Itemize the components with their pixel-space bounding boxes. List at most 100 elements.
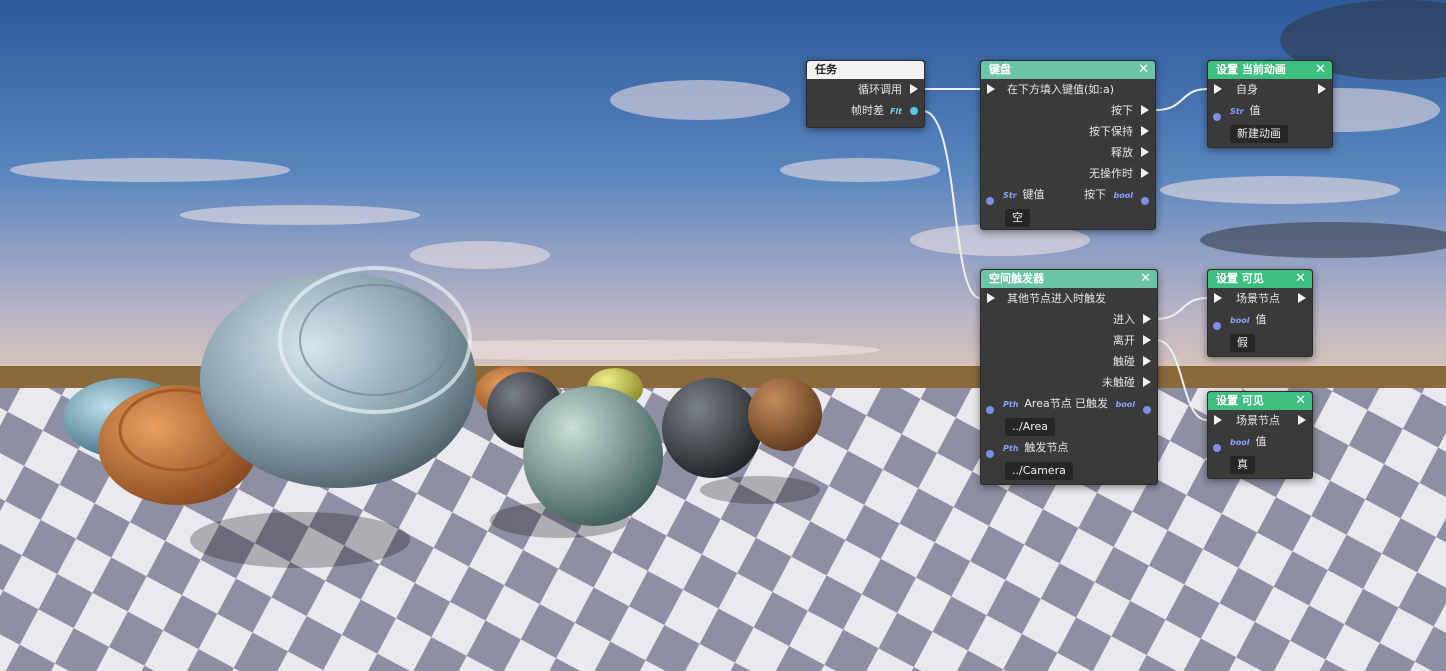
trigger-area-row: Pth Area节点 已触发 bool bbox=[981, 393, 1157, 414]
keyboard-output-row: 释放 bbox=[981, 142, 1155, 163]
set-visible-value-row: bool 值 bbox=[1208, 309, 1312, 330]
exec-input-port-icon[interactable] bbox=[987, 84, 995, 94]
trigger-output-row: 未触碰 bbox=[981, 372, 1157, 393]
set-visible-node-title: 设置 可见 bbox=[1216, 394, 1264, 407]
set-visible-scene-label: 场景节点 bbox=[1236, 292, 1280, 305]
set-animation-node[interactable]: 设置 当前动画 ✕ 自身 Str 值 新建动画 bbox=[1207, 60, 1333, 148]
path-input-port-icon[interactable] bbox=[986, 450, 994, 458]
bool-output-port-icon[interactable] bbox=[1143, 406, 1151, 414]
exec-output-port-icon[interactable] bbox=[1298, 293, 1306, 303]
trigger-output-leave: 离开 bbox=[1113, 334, 1135, 347]
set-visible-value-field[interactable]: 真 bbox=[1230, 456, 1255, 474]
path-type-badge: Pth bbox=[1003, 444, 1019, 453]
bool-type-badge: bool bbox=[1113, 191, 1133, 200]
close-icon[interactable]: ✕ bbox=[1315, 61, 1326, 79]
space-trigger-node[interactable]: 空间触发器 ✕ 其他节点进入时触发 进入 离开 触碰 未触碰 Pth Area节点… bbox=[980, 269, 1158, 485]
trigger-area-value-field[interactable]: ../Area bbox=[1005, 418, 1056, 436]
exec-output-port-icon[interactable] bbox=[1143, 314, 1151, 324]
exec-output-port-icon[interactable] bbox=[1141, 168, 1149, 178]
keyboard-node-header[interactable]: 键盘 ✕ bbox=[981, 61, 1155, 79]
task-node[interactable]: 任务 循环调用 帧时差 Flt bbox=[806, 60, 925, 128]
keyboard-output-row: 按下保持 bbox=[981, 121, 1155, 142]
exec-output-port-icon[interactable] bbox=[1141, 105, 1149, 115]
set-visible-node-title: 设置 可见 bbox=[1216, 272, 1264, 285]
exec-output-port-icon[interactable] bbox=[1141, 147, 1149, 157]
set-visible-value-field[interactable]: 假 bbox=[1230, 334, 1255, 352]
set-animation-value-row: Str 值 bbox=[1208, 100, 1332, 121]
task-node-title: 任务 bbox=[815, 63, 837, 76]
keyboard-node-title: 键盘 bbox=[989, 63, 1011, 76]
keyboard-output-row: 按下 bbox=[981, 100, 1155, 121]
float-type-badge: Flt bbox=[889, 107, 902, 116]
path-type-badge: Pth bbox=[1003, 400, 1019, 409]
close-icon[interactable]: ✕ bbox=[1295, 270, 1306, 288]
bool-output-port-icon[interactable] bbox=[1141, 197, 1149, 205]
bool-type-badge: bool bbox=[1230, 316, 1250, 325]
set-visible-value-row: bool 值 bbox=[1208, 431, 1312, 452]
task-delta-label: 帧时差 Flt bbox=[850, 104, 902, 117]
keyboard-output-idle: 无操作时 bbox=[1089, 167, 1133, 180]
trigger-target-label: Pth 触发节点 bbox=[1003, 441, 1069, 454]
set-visible-value-label: bool 值 bbox=[1230, 435, 1267, 448]
exec-output-port-icon[interactable] bbox=[1143, 335, 1151, 345]
trigger-output-enter: 进入 bbox=[1113, 313, 1135, 326]
exec-input-port-icon[interactable] bbox=[1214, 415, 1222, 425]
set-visible-scene-row: 场景节点 bbox=[1208, 410, 1312, 431]
space-trigger-node-header[interactable]: 空间触发器 ✕ bbox=[981, 270, 1157, 288]
trigger-output-no-touch: 未触碰 bbox=[1102, 376, 1135, 389]
keyboard-key-row: Str 键值 按下 bool bbox=[981, 184, 1155, 205]
exec-input-port-icon[interactable] bbox=[987, 293, 995, 303]
set-animation-self-row: 自身 bbox=[1208, 79, 1332, 100]
keyboard-output-released: 释放 bbox=[1111, 146, 1133, 159]
set-animation-node-header[interactable]: 设置 当前动画 ✕ bbox=[1208, 61, 1332, 79]
keyboard-pressed-output: 按下 bool bbox=[1084, 188, 1133, 201]
close-icon[interactable]: ✕ bbox=[1140, 270, 1151, 288]
exec-output-port-icon[interactable] bbox=[1318, 84, 1326, 94]
keyboard-key-label: Str 键值 bbox=[1003, 188, 1045, 201]
exec-output-port-icon[interactable] bbox=[1141, 126, 1149, 136]
exec-input-port-icon[interactable] bbox=[1214, 84, 1222, 94]
task-node-header[interactable]: 任务 bbox=[807, 61, 924, 79]
set-visible-node-header[interactable]: 设置 可见 ✕ bbox=[1208, 270, 1312, 288]
bool-type-badge: bool bbox=[1230, 438, 1250, 447]
exec-output-port-icon[interactable] bbox=[910, 84, 918, 94]
float-output-port-icon[interactable] bbox=[910, 107, 918, 115]
trigger-output-touch: 触碰 bbox=[1113, 355, 1135, 368]
set-visible-node-header[interactable]: 设置 可见 ✕ bbox=[1208, 392, 1312, 410]
set-animation-self-label: 自身 bbox=[1236, 83, 1258, 96]
keyboard-node[interactable]: 键盘 ✕ 在下方填入键值(如:a) 按下 按下保持 释放 无操作时 Str 键值 … bbox=[980, 60, 1156, 230]
close-icon[interactable]: ✕ bbox=[1295, 392, 1306, 410]
string-input-port-icon[interactable] bbox=[1213, 113, 1221, 121]
bool-input-port-icon[interactable] bbox=[1213, 322, 1221, 330]
string-type-badge: Str bbox=[1003, 191, 1017, 200]
trigger-output-row: 离开 bbox=[981, 330, 1157, 351]
set-visible-value-label: bool 值 bbox=[1230, 313, 1267, 326]
path-input-port-icon[interactable] bbox=[986, 406, 994, 414]
trigger-target-row: Pth 触发节点 bbox=[981, 437, 1157, 458]
set-visible-node-false[interactable]: 设置 可见 ✕ 场景节点 bool 值 假 bbox=[1207, 269, 1313, 357]
trigger-target-value-field[interactable]: ../Camera bbox=[1005, 462, 1073, 480]
string-type-badge: Str bbox=[1230, 107, 1244, 116]
space-trigger-node-title: 空间触发器 bbox=[989, 272, 1044, 285]
set-visible-node-true[interactable]: 设置 可见 ✕ 场景节点 bool 值 真 bbox=[1207, 391, 1313, 479]
set-visible-scene-row: 场景节点 bbox=[1208, 288, 1312, 309]
close-icon[interactable]: ✕ bbox=[1138, 61, 1149, 79]
set-visible-scene-label: 场景节点 bbox=[1236, 414, 1280, 427]
keyboard-instruction: 在下方填入键值(如:a) bbox=[1007, 83, 1115, 96]
trigger-exec-row: 其他节点进入时触发 bbox=[981, 288, 1157, 309]
trigger-output-row: 进入 bbox=[981, 309, 1157, 330]
string-input-port-icon[interactable] bbox=[986, 197, 994, 205]
exec-output-port-icon[interactable] bbox=[1143, 356, 1151, 366]
bool-input-port-icon[interactable] bbox=[1213, 444, 1221, 452]
exec-output-port-icon[interactable] bbox=[1298, 415, 1306, 425]
set-animation-value-field[interactable]: 新建动画 bbox=[1230, 125, 1288, 143]
exec-input-port-icon[interactable] bbox=[1214, 293, 1222, 303]
task-loop-row: 循环调用 bbox=[807, 79, 924, 100]
task-delta-row: 帧时差 Flt bbox=[807, 100, 924, 121]
trigger-triggered-output: 已触发 bool bbox=[1075, 397, 1135, 410]
exec-output-port-icon[interactable] bbox=[1143, 377, 1151, 387]
keyboard-output-pressed: 按下 bbox=[1111, 104, 1133, 117]
keyboard-key-value-field[interactable]: 空 bbox=[1005, 209, 1030, 227]
set-animation-value-label: Str 值 bbox=[1230, 104, 1261, 117]
bool-type-badge: bool bbox=[1115, 400, 1135, 409]
